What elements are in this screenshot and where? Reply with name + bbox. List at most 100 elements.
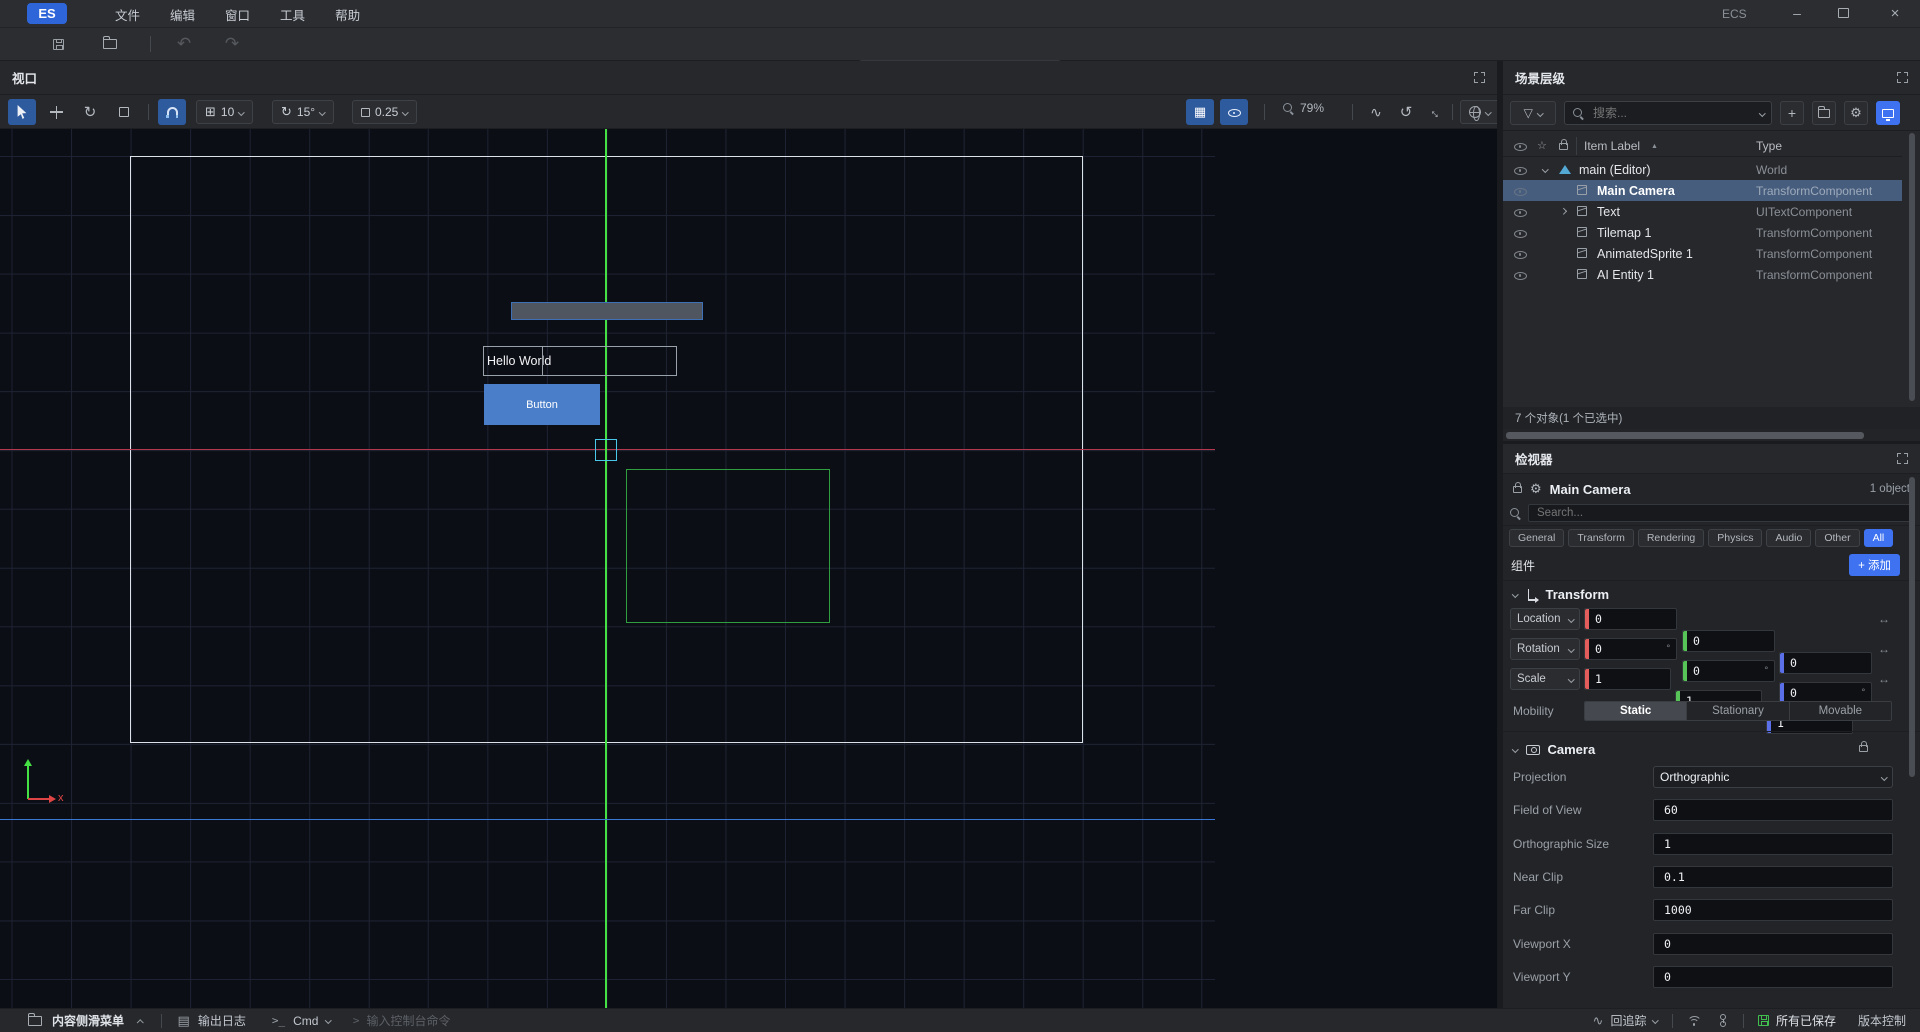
link-axes-icon[interactable]: ↔ (1878, 612, 1890, 626)
text-object[interactable]: Hello World (483, 346, 677, 376)
tab-physics[interactable]: Physics (1708, 529, 1762, 547)
rotation-mode-dropdown[interactable]: Rotation (1510, 638, 1580, 660)
open-button[interactable] (96, 31, 124, 57)
chevron-down-icon[interactable] (325, 1017, 331, 1023)
uniform-scale-lock-icon[interactable] (1859, 745, 1868, 752)
close-button[interactable]: × (1884, 3, 1906, 25)
tab-audio[interactable]: Audio (1766, 529, 1811, 547)
move-tool-button[interactable] (42, 99, 70, 125)
mobility-stationary[interactable]: Stationary (1687, 702, 1789, 720)
camera-section-header[interactable]: Camera (1513, 742, 1595, 757)
output-log-button[interactable]: 输出日志 (198, 1012, 246, 1029)
star-column-icon[interactable]: ☆ (1537, 139, 1547, 152)
hierarchy-scrollbar[interactable] (1909, 133, 1915, 401)
location-mode-dropdown[interactable]: Location (1510, 608, 1580, 630)
tab-all[interactable]: All (1864, 529, 1894, 547)
eye-icon[interactable] (1513, 164, 1527, 176)
console-input-placeholder[interactable]: 输入控制台命令 (367, 1012, 451, 1029)
scale-mode-dropdown[interactable]: Scale (1510, 668, 1580, 690)
chevron-down-icon[interactable] (1542, 166, 1548, 172)
save-button[interactable] (44, 31, 72, 57)
transform-section-header[interactable]: Transform (1513, 587, 1609, 602)
eye-icon[interactable] (1513, 227, 1527, 239)
column-item-label[interactable]: Item Label (1584, 139, 1640, 153)
ortho-size-input[interactable]: 1 (1653, 833, 1893, 855)
cmd-dropdown[interactable]: Cmd (293, 1014, 318, 1028)
network-icon[interactable] (1687, 1015, 1701, 1026)
inspector-search-box[interactable] (1528, 504, 1914, 522)
mobility-movable[interactable]: Movable (1790, 702, 1891, 720)
eye-icon[interactable] (1513, 269, 1527, 281)
app-logo[interactable]: ES (27, 3, 67, 24)
new-folder-button[interactable] (1812, 101, 1836, 125)
branch-icon[interactable] (1717, 1014, 1727, 1027)
location-x-input[interactable]: 0 (1584, 608, 1677, 630)
scale-step-dropdown[interactable]: 0.25 (352, 100, 417, 124)
column-type[interactable]: Type (1756, 139, 1782, 153)
expand-panel-icon[interactable] (1897, 72, 1908, 83)
tree-row-ai-entity[interactable]: AI Entity 1 TransformComponent (1503, 264, 1902, 285)
content-drawer-button[interactable]: 内容侧滑菜单 (52, 1012, 124, 1029)
rotate-step-dropdown[interactable]: ↻ 15° (272, 100, 334, 124)
camera-selection-gizmo[interactable] (595, 439, 617, 461)
select-tool-button[interactable] (8, 99, 36, 125)
tab-rendering[interactable]: Rendering (1638, 529, 1704, 547)
version-control-button[interactable]: 版本控制 (1858, 1012, 1906, 1029)
eye-column-icon[interactable] (1513, 140, 1527, 152)
fit-view-button[interactable]: ↔ (1422, 99, 1450, 125)
zoom-level[interactable]: 79% (1282, 101, 1324, 115)
button-object[interactable]: Button (484, 384, 600, 425)
menu-edit[interactable]: 编辑 (155, 0, 210, 28)
minimize-button[interactable]: – (1786, 3, 1808, 25)
eye-icon[interactable] (1513, 206, 1527, 218)
fov-input[interactable]: 60 (1653, 799, 1893, 821)
menu-tools[interactable]: 工具 (265, 0, 320, 28)
hierarchy-search-input[interactable] (1591, 105, 1754, 121)
chevron-up-icon[interactable] (137, 1020, 143, 1026)
add-entity-button[interactable]: + (1780, 101, 1804, 125)
rotate-tool-button[interactable]: ↻ (76, 99, 104, 125)
rect-tool-button[interactable] (110, 99, 138, 125)
inspector-scrollbar[interactable] (1909, 477, 1915, 777)
menu-help[interactable]: 帮助 (320, 0, 375, 28)
tree-row-animatedsprite[interactable]: AnimatedSprite 1 TransformComponent (1503, 243, 1902, 264)
view-mode-button[interactable] (1876, 101, 1900, 125)
snap-toggle-button[interactable] (158, 99, 186, 125)
lock-icon[interactable] (1513, 486, 1522, 493)
tab-other[interactable]: Other (1815, 529, 1859, 547)
inspector-search-input[interactable] (1535, 506, 1907, 520)
gear-icon[interactable]: ⚙ (1530, 481, 1542, 497)
scene-canvas[interactable]: Hello World Button x (0, 129, 1497, 1008)
traceback-dropdown[interactable]: 回追踪 (1610, 1012, 1646, 1029)
stats-button[interactable]: ∿ (1362, 99, 1390, 125)
scale-x-input[interactable]: 1 (1584, 668, 1671, 690)
tree-row-tilemap[interactable]: Tilemap 1 TransformComponent (1503, 222, 1902, 243)
viewport-y-input[interactable]: 0 (1653, 966, 1893, 988)
redo-button[interactable]: ↷ (218, 31, 246, 57)
tree-row-main-camera[interactable]: Main Camera TransformComponent (1503, 180, 1902, 201)
add-component-button[interactable]: + 添加 (1849, 554, 1900, 576)
slider-object[interactable] (511, 302, 703, 320)
rotation-x-input[interactable]: 0° (1584, 638, 1677, 660)
undo-button[interactable]: ↶ (170, 31, 198, 57)
show-grid-button[interactable]: ▦ (1186, 99, 1214, 125)
world-dropdown[interactable] (1460, 100, 1500, 124)
link-axes-icon[interactable]: ↔ (1878, 672, 1890, 686)
chevron-down-icon[interactable] (1653, 1017, 1659, 1023)
grid-size-dropdown[interactable]: ⊞ 10 (196, 100, 253, 124)
hierarchy-search-box[interactable] (1564, 101, 1772, 125)
filter-button[interactable]: ▽ (1510, 101, 1556, 125)
chevron-right-icon[interactable] (1560, 208, 1566, 214)
tab-transform[interactable]: Transform (1568, 529, 1633, 547)
link-axes-icon[interactable]: ↔ (1878, 642, 1890, 656)
eye-icon[interactable] (1513, 185, 1527, 197)
hierarchy-settings-button[interactable]: ⚙ (1844, 101, 1868, 125)
maximize-button[interactable] (1838, 8, 1849, 18)
projection-dropdown[interactable]: Orthographic (1653, 766, 1893, 788)
far-clip-input[interactable]: 1000 (1653, 899, 1893, 921)
eye-icon[interactable] (1513, 248, 1527, 260)
tree-row-text[interactable]: Text UITextComponent (1503, 201, 1902, 222)
tab-general[interactable]: General (1509, 529, 1564, 547)
menu-window[interactable]: 窗口 (210, 0, 265, 28)
viewport-x-input[interactable]: 0 (1653, 933, 1893, 955)
